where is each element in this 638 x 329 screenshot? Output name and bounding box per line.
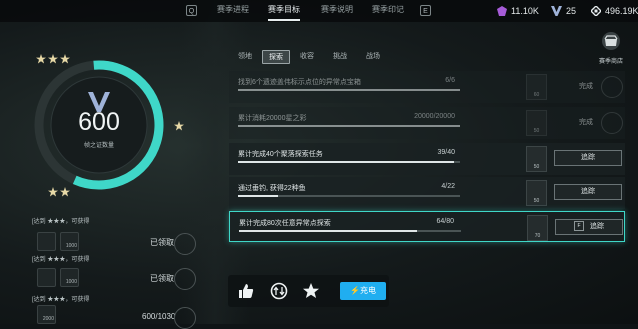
lightning-icon: ⚡ xyxy=(350,286,360,295)
reward-item-slot[interactable] xyxy=(37,232,56,251)
task-complete-label: 完成 xyxy=(579,83,593,90)
tab-challenge[interactable]: 挑战 xyxy=(328,50,352,64)
swap-icon[interactable] xyxy=(270,282,288,300)
tab-season-marks[interactable]: 赛季印记 xyxy=(367,0,409,22)
task-progress-bar xyxy=(238,195,460,197)
tab-containment[interactable]: 收容 xyxy=(295,50,319,64)
task-progress: 20000/20000 xyxy=(414,113,455,120)
task-title: 累计完成80次任意异常点探索 xyxy=(239,220,331,227)
track-label: 追踪 xyxy=(590,223,604,230)
task-progress: 39/40 xyxy=(437,149,455,156)
task-reward: 60 xyxy=(526,74,547,100)
tab-explore[interactable]: 探索 xyxy=(262,50,290,64)
charge-label: 充电 xyxy=(359,286,376,295)
complete-check-icon xyxy=(601,76,623,98)
reward-status: 已领取 xyxy=(150,274,174,283)
task-progress-fill xyxy=(238,161,455,163)
purple-gem-icon xyxy=(497,6,507,16)
next-tab-key[interactable]: E xyxy=(420,5,431,16)
reward-item-slot[interactable] xyxy=(37,268,56,287)
diamond-currency-icon xyxy=(591,6,601,16)
milestone-stars-3 xyxy=(48,187,72,197)
track-button[interactable]: F 追踪 xyxy=(555,219,623,235)
reward-item-slot[interactable]: 1000 xyxy=(60,232,79,251)
task-title: 累计消耗20000星之彩 xyxy=(238,115,307,122)
task-progress: 64/80 xyxy=(436,218,454,225)
reward-pending-icon xyxy=(174,307,196,329)
diamond-currency-value: 496.19K xyxy=(605,6,638,16)
season-shop-button[interactable]: 赛季商店 xyxy=(594,32,628,65)
season-mark-icon xyxy=(551,6,562,16)
complete-check-icon xyxy=(601,112,623,134)
task-reward: 50 xyxy=(526,180,547,206)
top-bar: Q 赛季进程 赛季目标 赛季说明 赛季印记 E 11.10K 25 496.19… xyxy=(0,0,638,22)
charge-button[interactable]: ⚡充电 xyxy=(340,282,386,300)
reward-tier-text: [达到 ★★★，可获得 xyxy=(32,219,90,225)
reward-tier-text: [达到 ★★★，可获得 xyxy=(32,257,90,263)
task-reward: 50 xyxy=(526,146,547,172)
task-row-selected[interactable]: 累计完成80次任意异常点探索 64/80 70 F 追踪 xyxy=(229,211,625,242)
claimed-check-icon xyxy=(174,268,196,290)
reward-status: 已领取 xyxy=(150,238,174,247)
season-shop-label: 赛季商店 xyxy=(598,59,623,65)
resource-season-mark: 25 xyxy=(551,4,576,18)
task-row[interactable]: 累计完成40个聚落探索任务 39/40 50 追踪 xyxy=(229,143,625,175)
shop-icon xyxy=(602,32,620,50)
task-progress-bar xyxy=(238,125,460,127)
season-mark-value: 25 xyxy=(566,6,577,16)
claimed-check-icon xyxy=(174,233,196,255)
progress-label: 帧之证数量 xyxy=(83,143,114,149)
task-progress-bar xyxy=(238,161,460,163)
task-complete-label: 完成 xyxy=(579,119,593,126)
task-reward: 50 xyxy=(526,110,547,136)
milestone-stars-1 xyxy=(36,54,70,64)
task-progress-fill xyxy=(238,195,278,197)
reward-tier-text: [达到 ★★★，可获得 xyxy=(32,297,90,303)
task-progress: 6/6 xyxy=(445,77,455,84)
task-progress: 4/22 xyxy=(441,183,455,190)
bottom-action-bar: ⚡充电 xyxy=(228,275,389,307)
purple-gem-value: 11.10K xyxy=(511,6,539,16)
progress-ring: 600 帧之证数量 xyxy=(32,58,166,197)
tab-season-progress[interactable]: 赛季进程 xyxy=(212,0,254,22)
task-progress-fill xyxy=(238,125,460,127)
reward-item-slot[interactable]: 2000 xyxy=(37,305,56,324)
task-title: 找到6个遗迹盖伟标示点位的异常点宝箱 xyxy=(238,79,361,86)
tab-battlefield[interactable]: 战场 xyxy=(361,50,385,64)
task-progress-fill xyxy=(239,230,417,232)
prev-tab-key[interactable]: Q xyxy=(186,5,197,16)
task-row[interactable]: 累计消耗20000星之彩 20000/20000 50 完成 xyxy=(229,107,625,139)
milestone-stars-2 xyxy=(174,121,188,131)
reward-progress: 600/1030 xyxy=(142,312,176,321)
star-icon[interactable] xyxy=(302,282,320,300)
track-button[interactable]: 追踪 xyxy=(554,184,622,200)
task-row[interactable]: 找到6个遗迹盖伟标示点位的异常点宝箱 6/6 60 完成 xyxy=(229,71,625,103)
task-title: 累计完成40个聚落探索任务 xyxy=(238,151,323,158)
task-progress-bar xyxy=(239,230,461,232)
track-button[interactable]: 追踪 xyxy=(554,150,622,166)
task-title: 通过垂钓, 获得22种鱼 xyxy=(238,185,306,192)
resource-diamond: 496.19K xyxy=(591,4,638,18)
tab-season-goals[interactable]: 赛季目标 xyxy=(262,0,306,22)
resource-purple-gem: 11.10K xyxy=(497,4,539,18)
track-hotkey: F xyxy=(574,221,584,232)
task-progress-fill xyxy=(238,89,460,91)
progress-value: 600 xyxy=(78,108,120,136)
task-progress-bar xyxy=(238,89,460,91)
task-row[interactable]: 通过垂钓, 获得22种鱼 4/22 50 追踪 xyxy=(229,177,625,209)
thumbs-up-icon[interactable] xyxy=(237,282,255,300)
task-reward: 70 xyxy=(527,215,548,241)
tab-territory[interactable]: 领地 xyxy=(233,50,257,64)
reward-item-slot[interactable]: 1000 xyxy=(60,268,79,287)
tab-season-info[interactable]: 赛季说明 xyxy=(316,0,358,22)
